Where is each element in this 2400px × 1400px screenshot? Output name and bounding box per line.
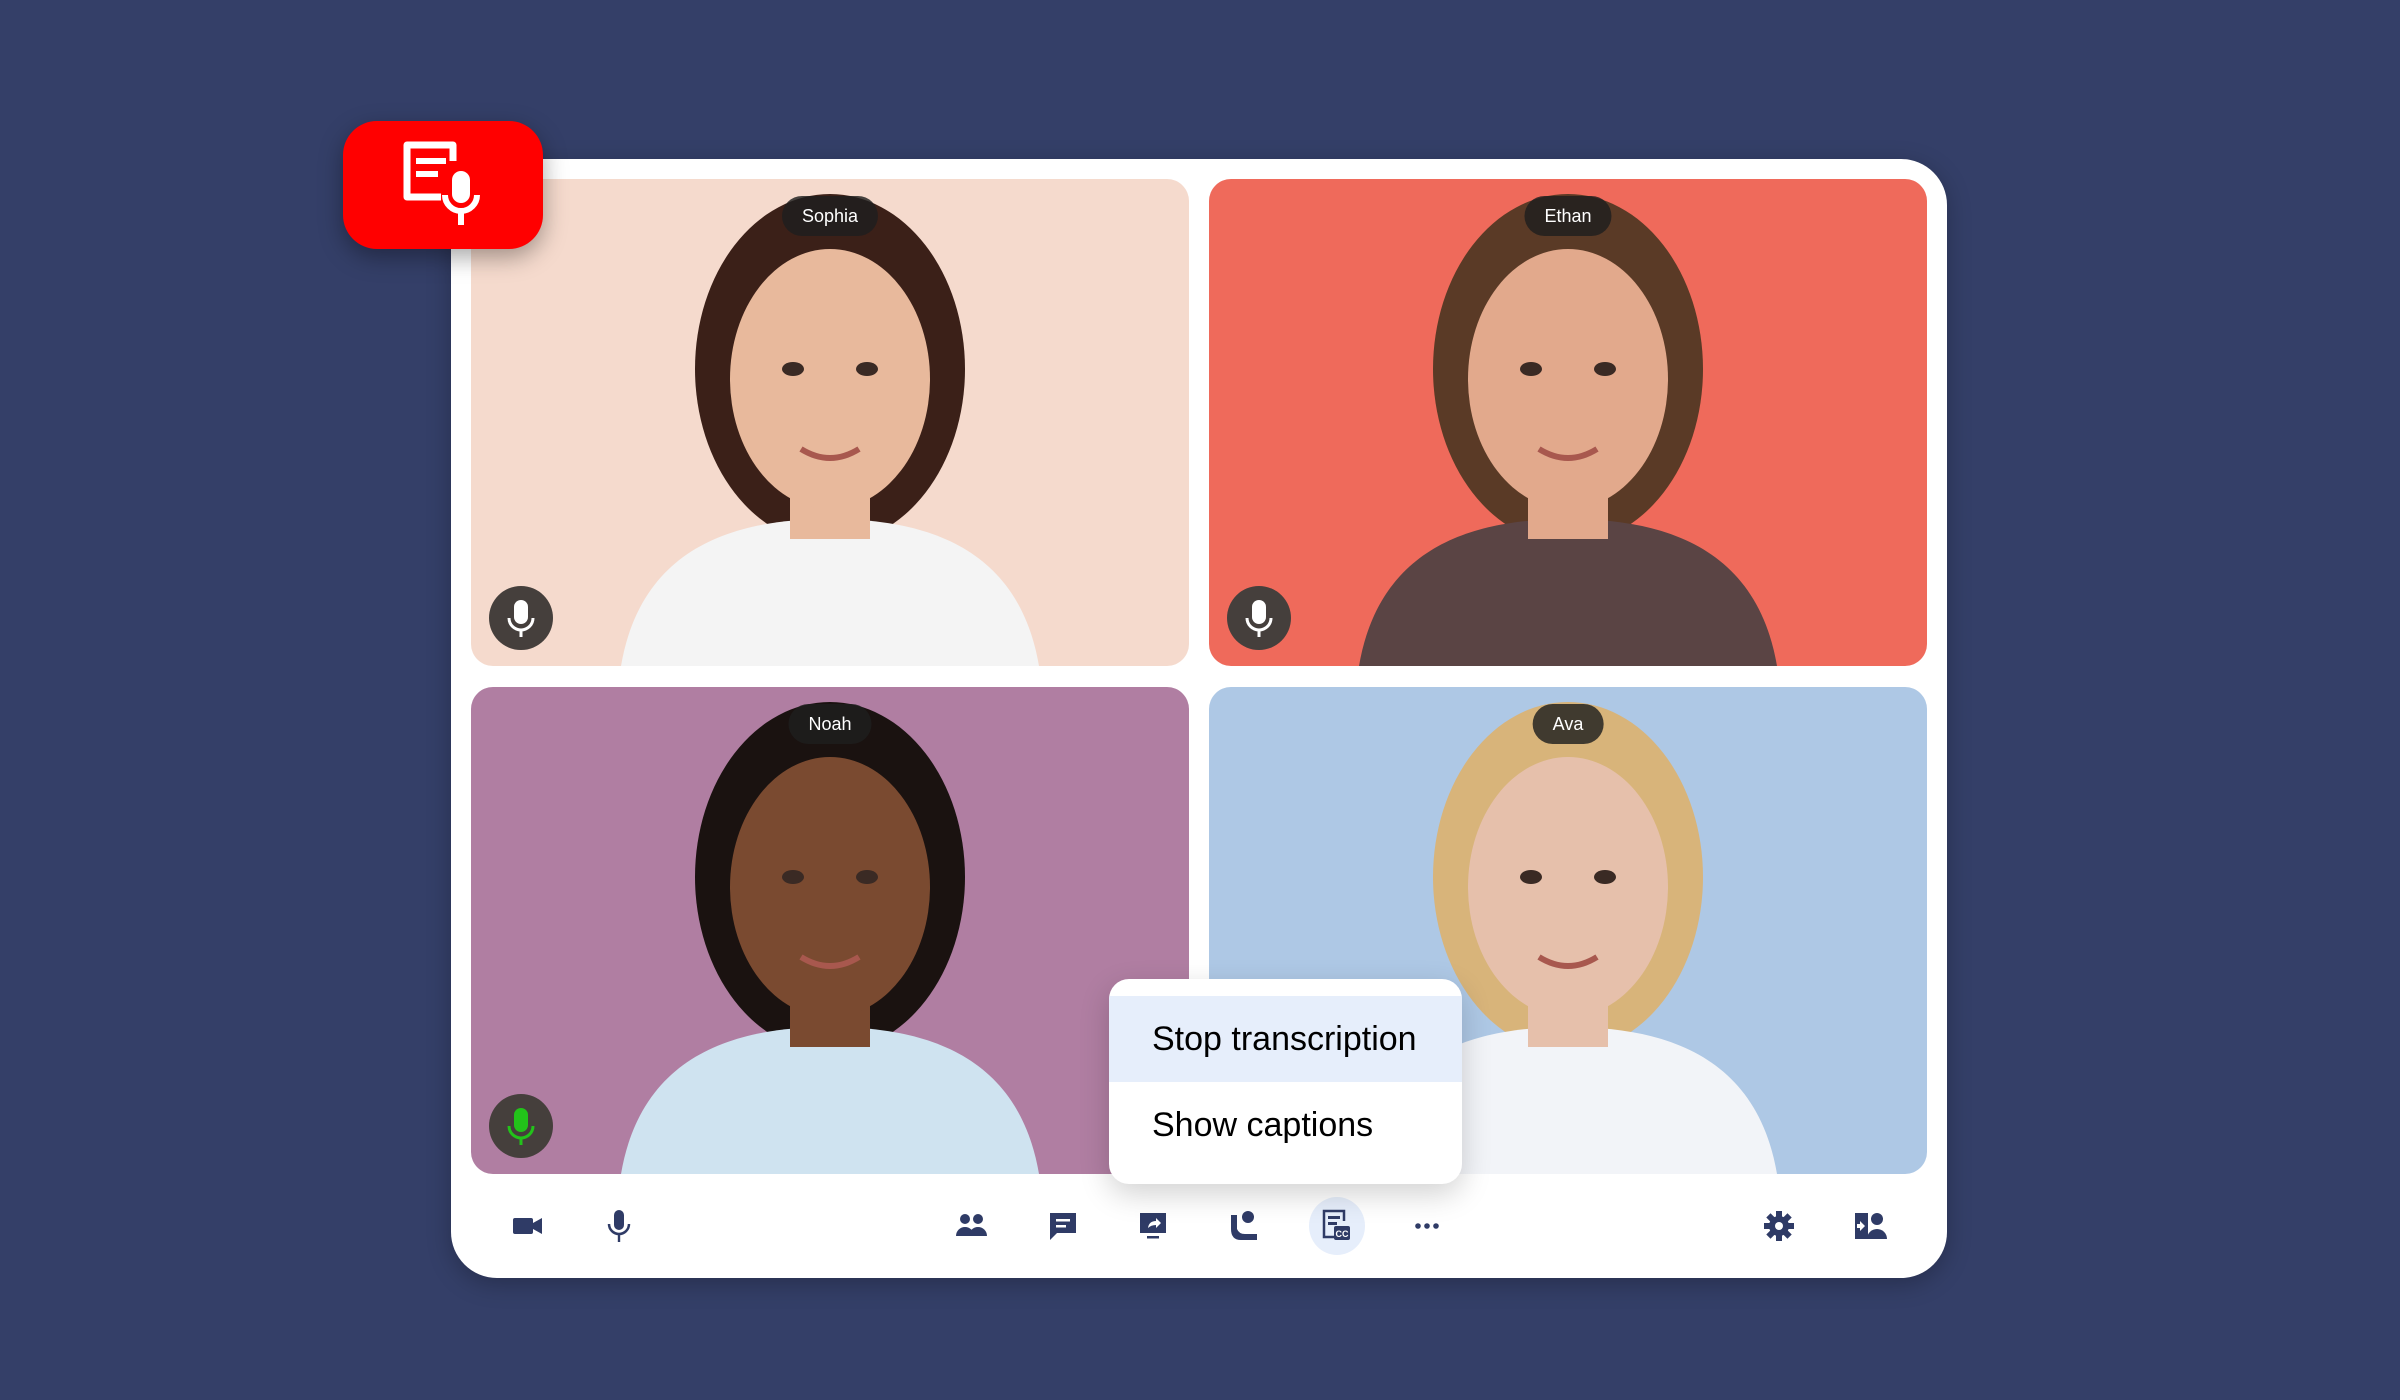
more-icon	[1415, 1223, 1439, 1229]
transcription-captions-button[interactable]: CC	[1309, 1197, 1365, 1255]
video-tile-ethan[interactable]: Ethan	[1209, 179, 1927, 666]
participants-icon	[956, 1214, 987, 1236]
chat-button[interactable]	[1036, 1197, 1092, 1255]
more-button[interactable]	[1400, 1197, 1456, 1255]
call-icon	[1231, 1211, 1257, 1240]
microphone-icon	[1245, 600, 1273, 637]
video-tile-noah[interactable]: Noah	[471, 687, 1189, 1174]
transcription-menu: Stop transcription Show captions	[1109, 979, 1462, 1184]
chat-icon	[1050, 1213, 1076, 1240]
microphone-button[interactable]	[592, 1197, 648, 1255]
transcription-captions-icon: CC	[1322, 1209, 1350, 1240]
video-tile-sophia[interactable]: Sophia	[471, 179, 1189, 666]
microphone-icon	[507, 1108, 535, 1145]
svg-text:CC: CC	[1336, 1229, 1349, 1239]
share-screen-icon	[1140, 1213, 1166, 1239]
participant-mic-button[interactable]	[1227, 586, 1291, 650]
participant-video	[621, 194, 1039, 666]
microphone-icon	[507, 600, 535, 637]
show-captions-menu-item[interactable]: Show captions	[1109, 1082, 1462, 1168]
camera-button[interactable]	[500, 1197, 556, 1255]
participant-mic-button[interactable]	[489, 1094, 553, 1158]
participant-video	[1359, 194, 1777, 666]
call-button[interactable]	[1216, 1197, 1272, 1255]
stop-transcription-menu-item[interactable]: Stop transcription	[1109, 996, 1462, 1082]
settings-icon	[1764, 1211, 1794, 1241]
participants-button[interactable]	[944, 1197, 1000, 1255]
participant-mic-button[interactable]	[489, 586, 553, 650]
participant-name-label: Noah	[788, 704, 872, 744]
participant-name-label: Ava	[1532, 704, 1604, 744]
transcription-icon	[403, 141, 480, 225]
switch-user-icon	[1855, 1213, 1887, 1239]
participant-video	[621, 702, 1039, 1174]
switch-user-button[interactable]	[1842, 1197, 1898, 1255]
participant-name-label: Ethan	[1524, 196, 1612, 236]
microphone-icon	[607, 1210, 631, 1242]
settings-button[interactable]	[1752, 1197, 1808, 1255]
participant-name-label: Sophia	[781, 196, 879, 236]
camera-icon	[513, 1218, 542, 1234]
share-screen-button[interactable]	[1126, 1197, 1182, 1255]
transcription-badge	[343, 121, 543, 249]
